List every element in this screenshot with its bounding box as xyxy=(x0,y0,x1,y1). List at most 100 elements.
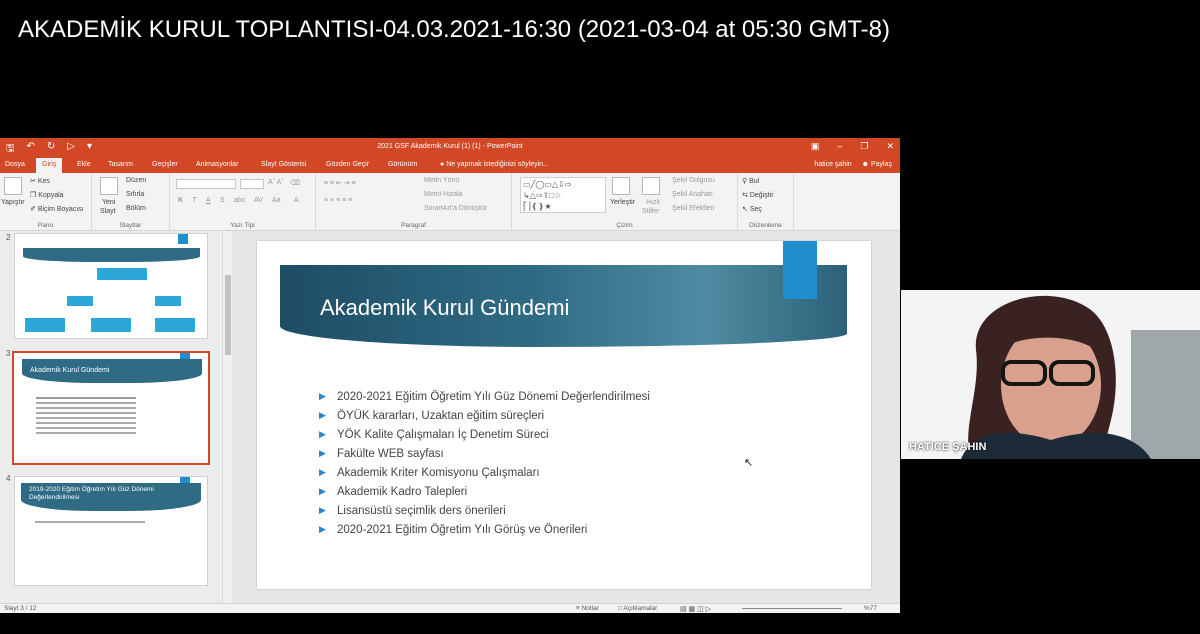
new-slide-icon[interactable] xyxy=(100,177,118,195)
tab-review[interactable]: Gözden Geçir xyxy=(326,161,369,168)
arrow-bullet-icon: ▶ xyxy=(319,524,326,534)
grow-font-icon[interactable]: Aˆ Aˇ xyxy=(268,179,284,186)
underline-icon[interactable]: A xyxy=(206,197,211,204)
bullet-item: ▶ YÖK Kalite Çalışmaları İç Denetim Sürec… xyxy=(319,425,650,444)
tab-home[interactable]: Giriş xyxy=(36,158,63,173)
clear-format-icon[interactable]: ⌫ xyxy=(290,179,300,187)
find-button[interactable]: ⚲ Bul xyxy=(742,177,759,185)
quick-styles-line1[interactable]: Hızlı xyxy=(646,199,660,206)
select-button[interactable]: ↖ Seç xyxy=(742,205,762,213)
italic-icon[interactable]: T xyxy=(192,197,196,204)
zoom-slider[interactable] xyxy=(742,608,842,609)
minimize-icon[interactable]: – xyxy=(837,141,842,152)
bullet-item: ▶ Akademik Kadro Talepleri xyxy=(319,482,650,501)
thumbnail-slide-4[interactable]: 2019-2020 Eğitim Öğretim Yılı Güz Dönemi… xyxy=(14,476,208,586)
align-icons[interactable]: ≡ ≡ ≡ ≡ ≡ xyxy=(324,197,352,204)
thumbnail-slide-3[interactable]: Akademik Kurul Gündemi xyxy=(12,351,210,465)
replace-button[interactable]: ⇆ Değiştir xyxy=(742,191,774,199)
thumbnail-slide-2[interactable] xyxy=(14,233,208,339)
slide-bullet-list[interactable]: ▶ 2020-2021 Eğitim Öğretim Yılı Güz Dönem… xyxy=(319,387,650,539)
change-case-icon[interactable]: Aa xyxy=(272,197,281,204)
notes-button[interactable]: ≡ Notlar xyxy=(576,605,599,612)
arrow-bullet-icon: ▶ xyxy=(319,429,326,439)
maximize-icon[interactable]: ❐ xyxy=(860,141,868,152)
new-slide-line2[interactable]: Slayt xyxy=(100,208,116,215)
ribbon-display-icon[interactable]: ▣ xyxy=(811,141,820,152)
view-buttons[interactable]: ▤ ▦ ◫ ▷ xyxy=(680,605,711,613)
bullet-text: Akademik Kadro Talepleri xyxy=(337,485,468,498)
font-name-box[interactable] xyxy=(176,179,236,189)
bullet-item: ▶ ÖYÜK kararları, Uzaktan eğitim süreçler… xyxy=(319,406,650,425)
window-controls: ▣ – ❐ ✕ xyxy=(811,141,894,152)
bullet-item: ▶ 2020-2021 Eğitim Öğretim Yılı Güz Dönem… xyxy=(319,387,650,406)
arrange-icon[interactable] xyxy=(612,177,630,195)
tab-transitions[interactable]: Geçişler xyxy=(152,161,178,168)
cut-label: Kes xyxy=(37,178,50,185)
align-text-button[interactable]: Metni Hizala xyxy=(424,191,463,198)
tab-file[interactable]: Dosya xyxy=(5,161,25,168)
tab-slide-show[interactable]: Slayt Gösterisi xyxy=(261,161,306,168)
format-painter-button[interactable]: ✐ Biçim Boyacısı xyxy=(30,205,84,213)
comments-label: Açıklamalar xyxy=(623,605,658,612)
comments-button[interactable]: □ Açıklamalar xyxy=(618,605,657,612)
thumb-bullet-lines xyxy=(36,397,136,399)
bold-icon[interactable]: K xyxy=(178,197,183,204)
close-icon[interactable]: ✕ xyxy=(886,141,894,152)
tab-insert[interactable]: Ekle xyxy=(77,161,91,168)
share-button[interactable]: ☻ Paylaş xyxy=(862,161,892,168)
arrow-bullet-icon: ▶ xyxy=(319,467,326,477)
org-box xyxy=(155,296,181,306)
new-slide-line1[interactable]: Yeni xyxy=(102,199,115,206)
clipboard-label: Pano xyxy=(37,222,54,229)
layout-button[interactable]: Düzen xyxy=(126,177,146,184)
tab-view[interactable]: Görünüm xyxy=(388,161,417,168)
char-spacing-icon[interactable]: AV xyxy=(254,197,263,204)
tab-animations[interactable]: Animasyonlar xyxy=(196,161,238,168)
arrow-bullet-icon: ▶ xyxy=(319,448,326,458)
font-color-icon[interactable]: A xyxy=(294,197,299,204)
copy-label: Kopyala xyxy=(38,192,64,199)
brush-icon: ✐ xyxy=(30,206,38,213)
paste-button[interactable]: Yapıştır xyxy=(1,199,25,206)
ribbon-tabs: Dosya Giriş Ekle Tasarım Geçişler Animas… xyxy=(0,157,900,173)
cursor-select-icon: ↖ xyxy=(742,206,750,213)
text-direction-button[interactable]: Metin Yönü xyxy=(424,177,459,184)
cut-button[interactable]: ✂ Kes xyxy=(30,177,50,185)
webcam-tile: HATICE ŞAHIN xyxy=(901,290,1200,459)
strikethrough-icon[interactable]: abc xyxy=(234,197,245,204)
font-size-box[interactable] xyxy=(240,179,264,189)
thumbnail-scrollbar[interactable] xyxy=(222,231,232,603)
paragraph-group: ≡ ≡ ⇤ ⇥ ≡ ≡ ≡ ≡ ≡ ≡ Metin Yönü Metni Hiz… xyxy=(316,173,512,231)
smartart-button[interactable]: SmartArt'a Dönüştür xyxy=(424,205,487,212)
arrow-bullet-icon: ▶ xyxy=(319,391,326,401)
section-button[interactable]: Bölüm xyxy=(126,205,146,212)
zoom-level[interactable]: %77 xyxy=(864,605,877,612)
shapes-gallery[interactable]: ▭╱◯▭△⇩⇨ ↳△⇨⇪□☆ ⎡⎥❴❵★ xyxy=(520,177,606,213)
thumb-banner xyxy=(23,248,200,262)
copy-button[interactable]: ❐ Kopyala xyxy=(30,191,64,199)
slide-counter: Slayt 3 / 12 xyxy=(4,605,37,612)
tell-me-box[interactable]: ● Ne yapmak istediğinizi söyleyin... xyxy=(440,161,549,168)
shape-effects-button[interactable]: Şekil Efektleri xyxy=(672,205,714,212)
user-name[interactable]: hatice şahin xyxy=(814,161,851,168)
quick-styles-icon[interactable] xyxy=(642,177,660,195)
font-group: Aˆ Aˇ ⌫ K T A S abc AV Aa A Yazı Tipi xyxy=(170,173,316,231)
thumb-title: Akademik Kurul Gündemi xyxy=(30,367,110,374)
tab-design[interactable]: Tasarım xyxy=(108,161,133,168)
quick-styles-line2[interactable]: Stiller xyxy=(642,208,660,215)
slide-canvas[interactable]: Akademik Kurul Gündemi ▶ 2020-2021 Eğitim… xyxy=(257,241,871,589)
shadow-icon[interactable]: S xyxy=(220,197,225,204)
scroll-thumb[interactable] xyxy=(225,275,231,355)
paste-icon[interactable] xyxy=(4,177,22,195)
arrange-button[interactable]: Yerleştir xyxy=(610,199,635,206)
powerpoint-window: 🖫 ↶ ↻ ▷ ▾ 2021 GSF Akademik Kurul (1) (1… xyxy=(0,138,900,613)
slide-title-banner: Akademik Kurul Gündemi xyxy=(280,265,847,347)
shape-fill-button[interactable]: Şekil Dolgusu xyxy=(672,177,715,184)
slide-title[interactable]: Akademik Kurul Gündemi xyxy=(320,295,569,321)
shape-outline-button[interactable]: Şekil Anahatı xyxy=(672,191,713,198)
reset-button[interactable]: Sıfırla xyxy=(126,191,144,198)
bullets-icon[interactable]: ≡ ≡ ⇤ ⇥ ≡ xyxy=(324,179,356,187)
thumb-number: 3 xyxy=(6,349,11,358)
drawing-label: Çizim xyxy=(616,222,633,229)
bullet-text: 2020-2021 Eğitim Öğretim Yılı Güz Dönemi… xyxy=(337,390,650,403)
